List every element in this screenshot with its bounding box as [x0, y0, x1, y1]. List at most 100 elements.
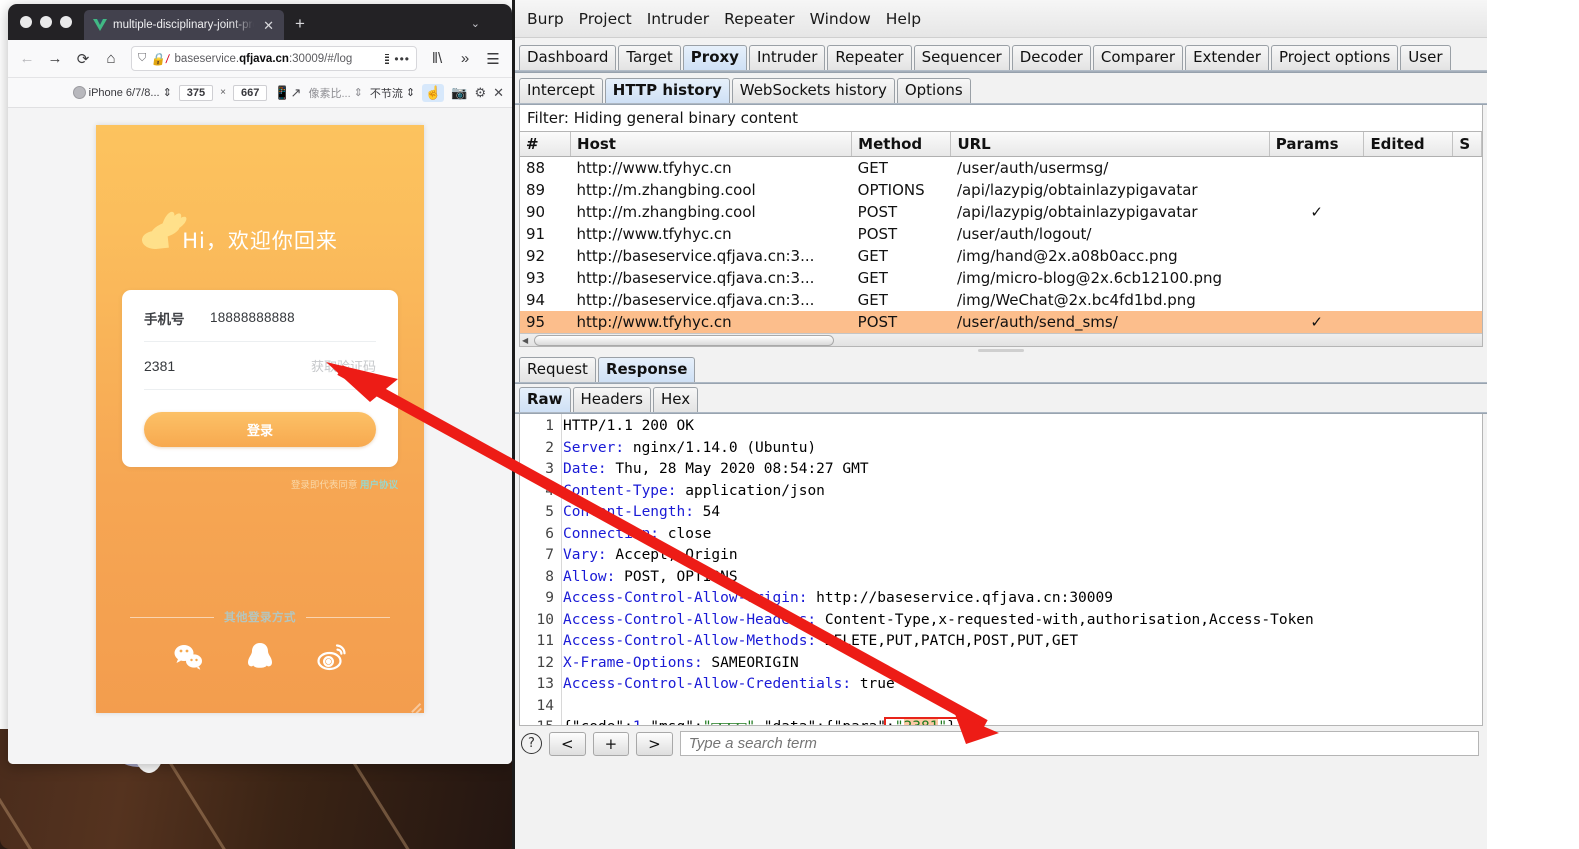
browser-tab[interactable]: multiple-disciplinary-joint-proje ✕ [84, 10, 284, 40]
column-header-edited[interactable]: Edited [1363, 132, 1454, 157]
table-row[interactable]: 92 http://baseservice.qfjava.cn:3... GET/i… [520, 245, 1482, 267]
column-header-method[interactable]: Method [851, 132, 952, 157]
user-agreement-link[interactable]: 用户协议 [360, 480, 398, 491]
table-row[interactable]: 88 http://www.tfyhyc.cn GET/user/auth/user… [520, 157, 1482, 180]
close-window-button[interactable] [20, 16, 32, 28]
search-input[interactable] [679, 731, 1479, 756]
tab-dashboard[interactable]: Dashboard [519, 44, 617, 70]
minimize-window-button[interactable] [40, 16, 52, 28]
column-header-url[interactable]: URL [950, 132, 1270, 157]
resize-grip[interactable] [410, 699, 422, 713]
tab-raw[interactable]: Raw [519, 386, 571, 412]
table-row[interactable]: 94 http://baseservice.qfjava.cn:3... GET/i… [520, 289, 1482, 311]
rotate-device-icon[interactable]: 📱↗ [274, 85, 301, 101]
tab-project-options[interactable]: Project options [1270, 44, 1399, 70]
overflow-icon[interactable]: » [452, 46, 478, 72]
menu-project[interactable]: Project [577, 9, 634, 29]
shield-icon[interactable]: ⛉ [138, 52, 146, 65]
subtab-options[interactable]: Options [896, 77, 971, 103]
response-raw-viewer[interactable]: 1 HTTP/1.1 200 OK 2 Server: nginx/1.14.0 (… [519, 414, 1483, 726]
menu-repeater[interactable]: Repeater [722, 9, 796, 29]
throttling-selector[interactable]: 不节流 ⇕ [370, 85, 415, 101]
subtab-websockets-history[interactable]: WebSockets history [731, 77, 895, 103]
table-horizontal-scrollbar[interactable]: ◀ [520, 333, 1482, 346]
login-card: 手机号 18888888888 2381 获取验证码 登录 [122, 290, 398, 467]
library-icon[interactable]: ‖\ [424, 46, 450, 72]
device-selector[interactable]: iPhone 6/7/8... ⇕ [72, 86, 172, 99]
page-actions-icon[interactable]: ••• [394, 52, 410, 66]
gear-icon[interactable]: ⚙ [474, 85, 486, 101]
response-line: HTTP/1.1 200 OK [563, 418, 694, 434]
dpr-label: 像素比... [308, 87, 351, 100]
scrollbar-thumb[interactable] [534, 335, 834, 346]
panel-splitter[interactable] [519, 347, 1483, 354]
qq-icon[interactable] [244, 641, 276, 673]
help-icon[interactable]: ? [521, 733, 542, 754]
responsive-viewport: Hi，欢迎你回来 手机号 18888888888 2381 获取验证码 登录 登… [8, 108, 512, 764]
tab-intruder[interactable]: Intruder [748, 44, 826, 70]
verification-code-field[interactable]: 2381 获取验证码 [144, 342, 376, 390]
tab-extender[interactable]: Extender [1185, 44, 1269, 70]
tab-proxy[interactable]: Proxy [682, 44, 747, 70]
cell-status [1452, 311, 1482, 333]
address-bar[interactable]: ⛉ 🔒/ baseservice.qfjava.cn:30009/#/log •… [131, 46, 417, 71]
menu-window[interactable]: Window [808, 9, 873, 29]
tab-user-options[interactable]: User [1400, 44, 1451, 70]
new-tab-button[interactable]: + [284, 14, 316, 40]
subtab-http-history[interactable]: HTTP history [604, 77, 730, 103]
column-header-params[interactable]: Params [1269, 132, 1365, 157]
menu-burp[interactable]: Burp [525, 9, 566, 29]
tab-hex[interactable]: Hex [652, 386, 699, 412]
viewport-width-input[interactable]: 375 [178, 84, 214, 101]
search-prev-button[interactable]: < [549, 731, 586, 756]
table-row[interactable]: 91 http://www.tfyhyc.cn POST/user/auth/log… [520, 223, 1482, 245]
search-next-button[interactable]: > [636, 731, 673, 756]
column-header-status[interactable]: S [1452, 132, 1482, 157]
close-icon[interactable]: ✕ [260, 17, 277, 34]
cell-edited [1364, 267, 1453, 289]
column-header-host[interactable]: Host [570, 132, 853, 157]
menu-help[interactable]: Help [884, 9, 923, 29]
subtab-intercept[interactable]: Intercept [519, 77, 603, 103]
back-icon[interactable]: ← [14, 46, 40, 72]
screenshot-icon[interactable]: 📷 [451, 85, 467, 101]
dpr-selector[interactable]: 像素比... ⇕ [308, 85, 362, 101]
chevron-updown-icon: ⇕ [162, 87, 172, 99]
tab-sequencer[interactable]: Sequencer [913, 44, 1010, 70]
tab-decoder[interactable]: Decoder [1011, 44, 1091, 70]
home-icon[interactable]: ⌂ [98, 46, 124, 72]
column-header-number[interactable]: # [520, 132, 572, 157]
tab-headers[interactable]: Headers [572, 386, 651, 412]
weibo-icon[interactable] [316, 641, 348, 673]
login-button[interactable]: 登录 [144, 412, 376, 447]
tab-target[interactable]: Target [618, 44, 681, 70]
table-row[interactable]: 90 http://m.zhangbing.cool POST/api/lazypi… [520, 201, 1482, 223]
menu-intruder[interactable]: Intruder [645, 9, 711, 29]
scroll-left-icon[interactable]: ◀ [522, 336, 528, 345]
window-traffic-lights[interactable] [8, 16, 84, 40]
get-code-button[interactable]: 获取验证码 [311, 356, 376, 375]
cell-status [1453, 157, 1482, 180]
phone-number-field[interactable]: 手机号 18888888888 [144, 294, 376, 342]
cell-host: http://www.tfyhyc.cn [576, 225, 732, 243]
touch-simulation-icon[interactable]: ☝ [422, 83, 445, 102]
tab-comparer[interactable]: Comparer [1092, 44, 1184, 70]
viewport-height-input[interactable]: 667 [233, 84, 268, 101]
table-row[interactable]: 93 http://baseservice.qfjava.cn:3... GET/i… [520, 267, 1482, 289]
zoom-window-button[interactable] [60, 16, 72, 28]
reload-icon[interactable]: ⟳ [70, 46, 96, 72]
reader-mode-icon[interactable] [385, 53, 390, 64]
hamburger-menu-icon[interactable]: ☰ [480, 46, 506, 72]
tab-request[interactable]: Request [519, 356, 596, 382]
tab-response[interactable]: Response [597, 356, 696, 382]
filter-bar[interactable]: Filter: Hiding general binary content [519, 105, 1483, 132]
forward-icon[interactable]: → [42, 46, 68, 72]
wechat-icon[interactable] [172, 641, 204, 673]
chevron-down-icon[interactable]: ⌄ [471, 17, 512, 40]
table-row[interactable]: 95 http://www.tfyhyc.cn POST/user/auth/sen… [520, 311, 1482, 333]
close-icon[interactable]: ✕ [493, 85, 504, 101]
search-add-button[interactable]: + [592, 731, 630, 756]
lock-crossed-icon[interactable]: 🔒/ [150, 52, 170, 66]
tab-repeater[interactable]: Repeater [827, 44, 912, 70]
table-row[interactable]: 89 http://m.zhangbing.cool OPTIONS/api/laz… [520, 179, 1482, 201]
